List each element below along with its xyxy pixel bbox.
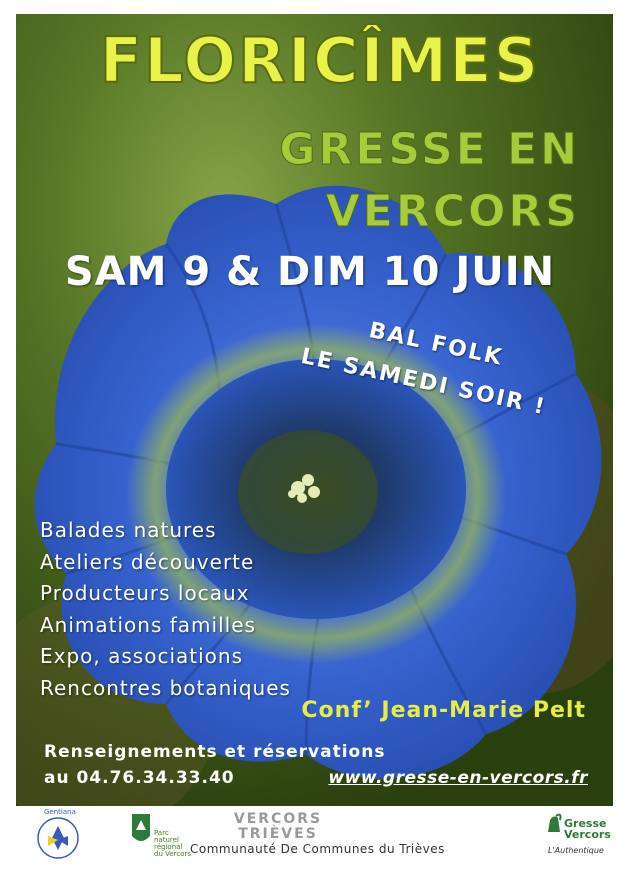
location-line-2: VERCORS [325,186,580,237]
vercors-trieves-logo: VERCORS TRIÈVES [208,812,348,842]
gentiana-label: Gentiana [44,808,76,816]
gresse-tagline: L'Authentique [548,846,604,855]
location-line-1: GRESSE EN [279,124,580,175]
vt-line-1: VERCORS [233,811,323,827]
poster: FLORICÎMES GRESSE EN VERCORS SAM 9 & DIM… [0,0,630,882]
conference-text: Conf’ Jean-Marie Pelt [301,698,586,723]
activity-item: Animations familles [40,612,256,637]
info-text: Renseignements et réservations [44,742,386,762]
event-dates: SAM 9 & DIM 10 JUIN [64,249,556,295]
goat-icon [548,813,562,832]
community-name: Communauté De Communes du Trièves [190,842,445,856]
activity-item: Producteurs locaux [40,581,250,606]
website-link[interactable]: www.gresse-en-vercors.fr [310,768,588,788]
activity-item: Expo, associations [40,644,243,669]
activity-item: Ateliers découverte [40,549,255,574]
parc-vercors-logo [132,814,150,841]
vt-line-2: TRIÈVES [238,826,318,842]
activities-list: Balades natures Ateliers découverte Prod… [40,515,291,705]
phone-number: au 04.76.34.33.40 [44,768,235,788]
event-title: FLORICÎMES [99,24,541,97]
gentiana-logo [37,817,79,859]
gresse-label-2: Vercors [564,828,611,841]
parc-label-4: du Vercors [154,850,192,858]
activity-item: Balades natures [40,518,217,542]
gresse-logo: Gresse Vercors [564,818,611,840]
